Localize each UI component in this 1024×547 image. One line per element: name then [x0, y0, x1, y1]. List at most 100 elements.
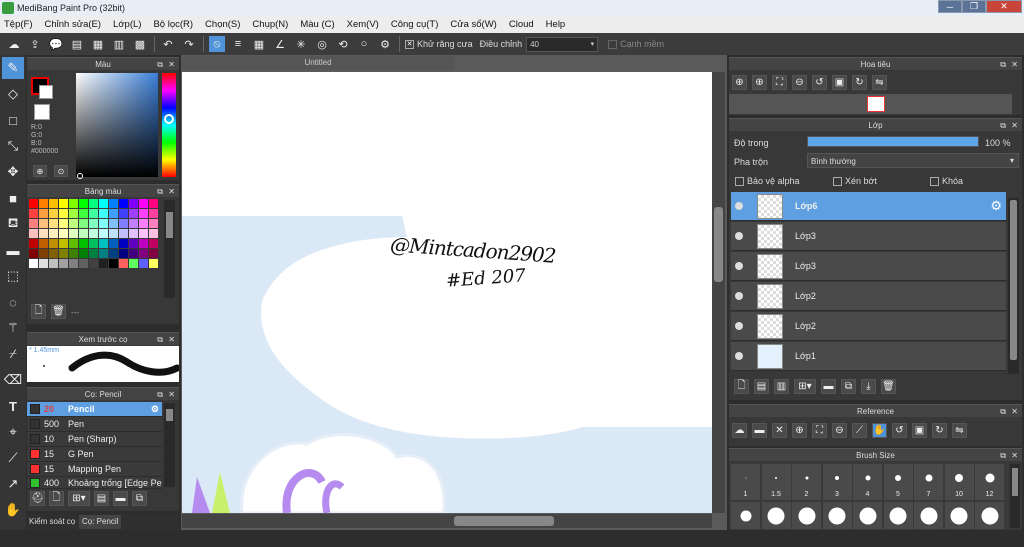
- palette-swatch[interactable]: [149, 259, 158, 268]
- menu-view[interactable]: Xem(V): [347, 19, 379, 30]
- palette-swatch[interactable]: [99, 259, 108, 268]
- redo-icon[interactable]: ↷: [181, 36, 197, 52]
- palette-swatch[interactable]: [129, 219, 138, 228]
- panel-icon[interactable]: ▥: [111, 36, 127, 52]
- parallel-snap-icon[interactable]: ≡: [230, 36, 246, 52]
- brush-item[interactable]: 10 Pen (Sharp): [27, 432, 162, 447]
- settings-icon[interactable]: ⚙: [377, 36, 393, 52]
- palette-swatch[interactable]: [89, 259, 98, 268]
- layer-row[interactable]: Lớp3: [731, 252, 1006, 281]
- brush-item[interactable]: 15 Mapping Pen: [27, 462, 162, 477]
- layer-row[interactable]: Lớp2: [731, 282, 1006, 311]
- new-8bit-layer-icon[interactable]: ▥: [774, 379, 789, 394]
- fill-rect-icon[interactable]: ■: [2, 187, 24, 209]
- adjust-input[interactable]: 40 ▾: [526, 36, 599, 52]
- palette-swatch[interactable]: [89, 209, 98, 218]
- layer-row[interactable]: Lớp1: [731, 342, 1006, 371]
- palette-swatch[interactable]: [109, 259, 118, 268]
- palette-swatch[interactable]: [139, 219, 148, 228]
- angle-snap-icon[interactable]: ∠: [272, 36, 288, 52]
- open-folder-icon[interactable]: ▬: [752, 423, 767, 438]
- hue-cursor[interactable]: [164, 114, 174, 124]
- undock-icon[interactable]: ⧉: [157, 58, 163, 71]
- palette-swatch[interactable]: [119, 239, 128, 248]
- brush-size-cell[interactable]: [914, 502, 943, 529]
- transparent-color-swatch[interactable]: [34, 104, 50, 120]
- palette-swatch[interactable]: [49, 199, 58, 208]
- merge-layer-icon[interactable]: ⤓: [861, 379, 876, 394]
- hand-icon[interactable]: ✋: [872, 423, 887, 438]
- add-layer-menu-icon[interactable]: ⊞▾: [794, 379, 816, 394]
- document-tab[interactable]: Untitled: [182, 56, 454, 70]
- reset-view-icon[interactable]: ▣: [832, 75, 847, 90]
- palette-swatch[interactable]: [129, 249, 138, 258]
- reset-view-icon[interactable]: ▣: [912, 423, 927, 438]
- palette-swatch[interactable]: [29, 219, 38, 228]
- brush-size-scrollbar[interactable]: [1010, 464, 1020, 528]
- tab-brush-pencil[interactable]: Cọ: Pencil: [79, 515, 122, 529]
- tab-brush-control[interactable]: Kiểm soát cọ: [29, 517, 75, 526]
- zoom-in-icon[interactable]: ⊕: [752, 75, 767, 90]
- palette-swatch[interactable]: [89, 199, 98, 208]
- undock-icon[interactable]: ⧉: [1000, 58, 1006, 71]
- folder-icon[interactable]: ▬: [821, 379, 836, 394]
- palette-swatch[interactable]: [99, 239, 108, 248]
- color-add-icon[interactable]: ⊕: [33, 165, 47, 177]
- menu-tools[interactable]: Công cụ(T): [391, 19, 439, 30]
- delete-palette-icon[interactable]: 🗑: [51, 304, 66, 319]
- canvas-vscrollbar[interactable]: [712, 72, 725, 513]
- palette-swatch[interactable]: [119, 259, 128, 268]
- flip-icon[interactable]: ⇋: [872, 75, 887, 90]
- palette-swatch[interactable]: [39, 229, 48, 238]
- rect-tool-icon[interactable]: □: [2, 109, 24, 131]
- undock-icon[interactable]: ⧉: [1000, 449, 1006, 462]
- new-brush-icon[interactable]: 🗋: [49, 491, 64, 506]
- palette-swatch[interactable]: [89, 249, 98, 258]
- new-halftone-layer-icon[interactable]: ▤: [754, 379, 769, 394]
- menu-edit[interactable]: Chỉnh sửa(E): [45, 19, 102, 30]
- palette-swatch[interactable]: [69, 259, 78, 268]
- undock-icon[interactable]: ⧉: [157, 185, 163, 198]
- snap-off-icon[interactable]: ⦸: [209, 36, 225, 52]
- palette-swatch[interactable]: [149, 219, 158, 228]
- palette-swatch[interactable]: [149, 199, 158, 208]
- delete-layer-icon[interactable]: 🗑: [881, 379, 896, 394]
- palette-swatch[interactable]: [109, 219, 118, 228]
- palette-swatch[interactable]: [49, 259, 58, 268]
- brush-size-cell[interactable]: [853, 502, 882, 529]
- zoom-out-icon[interactable]: ⊖: [792, 75, 807, 90]
- flip-icon[interactable]: ⇋: [952, 423, 967, 438]
- close-reference-icon[interactable]: ✕: [772, 423, 787, 438]
- palette-swatch[interactable]: [119, 209, 128, 218]
- brush-size-cell[interactable]: [822, 502, 852, 529]
- palette-swatch[interactable]: [99, 199, 108, 208]
- bucket-tool-icon[interactable]: ⛾: [2, 213, 24, 235]
- palette-swatch[interactable]: [79, 259, 88, 268]
- text-tool-icon[interactable]: T: [2, 395, 24, 417]
- menu-help[interactable]: Help: [546, 19, 566, 30]
- brush-size-cell[interactable]: [731, 502, 760, 529]
- magic-wand-icon[interactable]: ⚚: [2, 317, 24, 339]
- palette-swatch[interactable]: [29, 199, 38, 208]
- fit-icon[interactable]: ⛶: [772, 75, 787, 90]
- close-icon[interactable]: ✕: [1011, 405, 1018, 418]
- palette-swatch[interactable]: [29, 239, 38, 248]
- palette-swatch[interactable]: [139, 199, 148, 208]
- palette-swatch[interactable]: [99, 229, 108, 238]
- antialias-checkbox[interactable]: ✕: [405, 39, 414, 49]
- brush-size-cell[interactable]: [944, 502, 974, 529]
- drawing-canvas[interactable]: @Mintcadon2902 #Ed 207: [182, 72, 712, 513]
- background-color-swatch[interactable]: [39, 85, 53, 99]
- palette-swatch[interactable]: [129, 229, 138, 238]
- eraser-tool-icon[interactable]: ◇: [2, 83, 24, 105]
- rotate-left-icon[interactable]: ↺: [892, 423, 907, 438]
- palette-swatch[interactable]: [89, 239, 98, 248]
- page-icon[interactable]: ▤: [69, 36, 85, 52]
- palette-swatch[interactable]: [89, 219, 98, 228]
- palette-swatch[interactable]: [59, 219, 68, 228]
- eyedropper-icon[interactable]: ⟋: [852, 423, 867, 438]
- clipping-option[interactable]: Xén bớt: [833, 176, 877, 186]
- close-icon[interactable]: ✕: [168, 388, 175, 401]
- palette-swatch[interactable]: [39, 219, 48, 228]
- brush-size-cell[interactable]: 7: [914, 464, 943, 500]
